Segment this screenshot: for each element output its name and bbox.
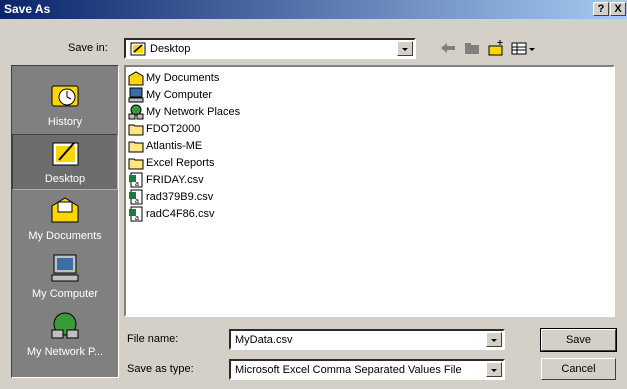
file-name: My Documents (146, 72, 220, 84)
save-as-type-label: Save as type: (127, 363, 194, 375)
cancel-button[interactable]: Cancel (541, 358, 616, 380)
svg-text:a: a (135, 215, 139, 222)
save-in-label: Save in: (68, 42, 108, 54)
place-history[interactable]: History (12, 78, 118, 134)
csv-file-icon: a (129, 172, 143, 188)
network-places-icon (128, 104, 144, 120)
place-label: My Documents (28, 230, 102, 242)
file-name: My Computer (146, 89, 213, 101)
list-item[interactable]: Excel Reports (128, 155, 214, 171)
file-name: radC4F86.csv (146, 208, 215, 220)
folder-icon (128, 141, 144, 153)
back-icon[interactable] (438, 39, 458, 57)
file-name-input[interactable]: MyData.csv (229, 329, 505, 350)
list-item[interactable]: a rad379B9.csv (128, 189, 213, 205)
list-item[interactable]: FDOT2000 (128, 121, 200, 137)
history-icon (51, 85, 79, 107)
save-as-dialog: Save As ? X Save in: Desktop History Des… (0, 0, 627, 389)
my-computer-icon (128, 87, 144, 103)
place-label: History (47, 116, 83, 128)
file-name: FRIDAY.csv (146, 174, 204, 186)
save-in-value: Desktop (150, 43, 191, 55)
csv-file-icon: a (129, 189, 143, 205)
place-label: My Computer (31, 288, 99, 300)
chevron-down-icon[interactable] (486, 332, 502, 347)
svg-text:a: a (135, 198, 139, 205)
place-my-network-places[interactable]: My Network P... (12, 308, 118, 364)
desktop-icon (52, 142, 79, 166)
my-computer-icon (51, 254, 79, 282)
svg-text:a: a (135, 181, 139, 188)
file-name-value: MyData.csv (235, 334, 293, 346)
views-menu-icon[interactable] (510, 39, 536, 57)
place-label: My Network P... (26, 346, 104, 358)
file-name: Atlantis-ME (146, 140, 203, 152)
file-name: rad379B9.csv (146, 191, 214, 203)
list-item[interactable]: Atlantis-ME (128, 138, 202, 154)
list-item[interactable]: My Network Places (128, 104, 240, 120)
my-documents-icon (51, 197, 79, 223)
places-bar: History Desktop My Documents My Computer… (11, 65, 119, 378)
place-my-computer[interactable]: My Computer (12, 250, 118, 306)
save-as-type-dropdown[interactable]: Microsoft Excel Comma Separated Values F… (229, 359, 505, 380)
list-item[interactable]: My Documents (128, 70, 219, 86)
file-list[interactable]: My Documents My Computer My Network Plac… (124, 65, 615, 317)
desktop-icon (130, 42, 146, 56)
file-name-label: File name: (127, 333, 179, 345)
place-my-documents[interactable]: My Documents (12, 192, 118, 248)
folder-icon (128, 124, 144, 136)
save-in-dropdown[interactable]: Desktop (124, 38, 416, 59)
place-label: Desktop (44, 173, 86, 185)
list-item[interactable]: My Computer (128, 87, 212, 103)
up-folder-icon[interactable] (462, 39, 482, 57)
list-item[interactable]: a radC4F86.csv (128, 206, 214, 222)
csv-file-icon: a (129, 206, 143, 222)
close-button[interactable]: X (610, 2, 626, 16)
save-button[interactable]: Save (540, 328, 617, 352)
folder-icon (128, 158, 144, 170)
title-bar[interactable]: Save As ? X (0, 0, 627, 19)
save-as-type-value: Microsoft Excel Comma Separated Values F… (235, 364, 462, 376)
file-name: My Network Places (146, 106, 241, 118)
dialog-title: Save As (4, 2, 51, 16)
list-item[interactable]: a FRIDAY.csv (128, 172, 204, 188)
my-documents-icon (128, 71, 144, 86)
chevron-down-icon[interactable] (486, 362, 502, 377)
help-button[interactable]: ? (593, 2, 609, 16)
new-folder-icon[interactable] (486, 39, 506, 57)
file-name: Excel Reports (146, 157, 215, 169)
chevron-down-icon[interactable] (397, 41, 413, 56)
file-name: FDOT2000 (146, 123, 201, 135)
place-desktop[interactable]: Desktop (12, 134, 118, 190)
network-places-icon (51, 312, 79, 339)
